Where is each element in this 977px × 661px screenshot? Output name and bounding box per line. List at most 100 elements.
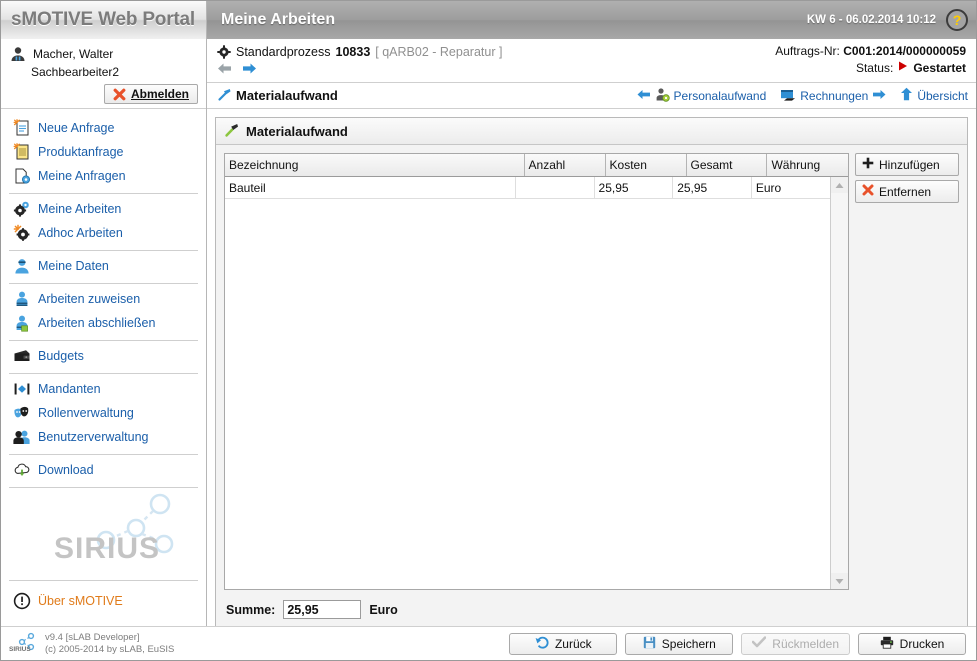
logout-button[interactable]: Abmelden [103,84,198,104]
sidebar-group-data: Meine Daten [9,251,198,284]
sidebar-nav: Neue Anfrage Produktanfrage Meine Anfrag… [1,109,206,618]
material-grid: Bezeichnung Anzahl Kosten Gesamt Währung [224,153,849,590]
nav-link-uebersicht[interactable]: Übersicht [900,87,968,104]
process-header: Standardprozess 10833 [ qARB02 - Reparat… [207,39,976,83]
remove-button[interactable]: Entfernen [855,180,959,203]
breadcrumb-bar: Materialaufwand Personalaufwand Rechnung… [207,83,976,109]
hammer-green-icon [224,122,240,141]
sidebar-item-neue-anfrage[interactable]: Neue Anfrage [9,116,198,140]
sidebar-item-produktanfrage[interactable]: Produktanfrage [9,140,198,164]
assign-work-icon [13,290,31,308]
sidebar-group-download: Download [9,455,198,488]
nav-link-personalaufwand[interactable]: Personalaufwand [637,87,767,105]
sidebar-item-label: Rollenverwaltung [38,406,134,420]
sidebar-group-admin: Mandanten Rollenverwaltung Benutzerverwa… [9,374,198,455]
sum-input[interactable] [283,600,362,619]
sidebar-item-adhoc-arbeiten[interactable]: Adhoc Arbeiten [9,221,198,245]
roles-masks-icon [13,404,31,422]
sidebar-item-benutzerverwaltung[interactable]: Benutzerverwaltung [9,425,198,449]
print-button[interactable]: Drucken [858,632,966,655]
sidebar-item-label: Budgets [38,349,84,363]
sum-row: Summe: Euro [224,590,959,621]
order-label: Auftrags-Nr: [775,44,840,58]
sirius-watermark: SIRIUS [9,488,198,581]
table-row[interactable]: Bauteil 25,95 25,95 Euro [225,177,830,199]
sidebar-item-label: Meine Daten [38,259,109,273]
sidebar-item-label: Neue Anfrage [38,121,115,135]
sidebar: Macher, Walter Sachbearbeiter2 Abmelden [1,39,207,660]
grid-area: Bezeichnung Anzahl Kosten Gesamt Währung [224,153,959,590]
save-button[interactable]: Speichern [625,632,734,655]
column-header-gesamt[interactable]: Gesamt [686,154,768,177]
arrow-right-icon[interactable] [241,62,257,78]
save-button-label: Speichern [661,636,716,651]
material-grid-body-table: Bauteil 25,95 25,95 Euro [225,177,830,199]
order-row: Auftrags-Nr: C001:2014/000000059 [775,44,966,58]
sidebar-item-mandanten[interactable]: Mandanten [9,377,198,401]
sidebar-item-rollenverwaltung[interactable]: Rollenverwaltung [9,401,198,425]
sidebar-item-meine-anfragen[interactable]: Meine Anfragen [9,164,198,188]
version-line-1: v9.4 [sLAB Developer] [45,631,140,643]
brand-title: sMOTIVE Web Portal [11,9,195,30]
personnel-icon [655,87,670,105]
wallet-icon [13,347,31,365]
title-bar-right: KW 6 - 06.02.2014 10:12 ? [807,9,968,31]
sidebar-group-about: Über sMOTIVE [9,581,198,618]
print-button-label: Drucken [899,636,945,651]
sidebar-item-label: Arbeiten zuweisen [38,292,141,306]
complete-work-icon [13,314,31,332]
sidebar-item-meine-daten[interactable]: Meine Daten [9,254,198,278]
table-header-row: Bezeichnung Anzahl Kosten Gesamt Währung [225,154,848,177]
add-button[interactable]: Hinzufügen [855,153,959,176]
sidebar-item-arbeiten-abschliessen[interactable]: Arbeiten abschließen [9,311,198,335]
column-header-anzahl[interactable]: Anzahl [524,154,606,177]
arrow-left-icon [637,89,651,103]
panel-body: Bezeichnung Anzahl Kosten Gesamt Währung [216,145,967,629]
back-button-label: Zurück [554,636,592,651]
status-badge: Gestartet [913,60,966,75]
help-icon[interactable]: ? [946,9,968,31]
order-value: C001:2014/000000059 [843,44,966,58]
printer-icon [880,636,894,652]
remove-button-label: Entfernen [879,184,932,199]
sidebar-group-budgets: Budgets [9,341,198,374]
sidebar-item-label: Meine Arbeiten [38,202,122,216]
hammer-icon [217,87,232,105]
column-header-kosten[interactable]: Kosten [605,154,687,177]
cell-bezeichnung: Bauteil [225,177,516,199]
logout-x-icon [113,88,126,101]
floppy-disk-icon [643,636,656,652]
column-header-waehrung[interactable]: Währung [766,154,848,177]
page-title: Meine Arbeiten [221,11,336,28]
plus-icon [862,157,874,172]
sidebar-item-label: Download [38,463,94,477]
arrow-left-icon[interactable] [217,62,233,78]
scroll-down-arrow-icon[interactable] [831,573,848,589]
report-button-label: Rückmelden [772,636,839,651]
info-circle-icon [13,592,31,610]
sidebar-item-meine-arbeiten[interactable]: Meine Arbeiten [9,197,198,221]
nav-link-label: Personalaufwand [673,88,767,103]
sidebar-item-label: Produktanfrage [38,145,124,159]
sidebar-group-requests: Neue Anfrage Produktanfrage Meine Anfrag… [9,113,198,194]
breadcrumb-label: Materialaufwand [236,88,338,103]
sidebar-item-download[interactable]: Download [9,458,198,482]
invoice-icon [780,87,796,104]
grid-rows-viewport: Bauteil 25,95 25,95 Euro [225,177,830,589]
sidebar-item-label: Mandanten [38,382,101,396]
nav-link-rechnungen[interactable]: Rechnungen [780,87,886,104]
back-button[interactable]: Zurück [509,632,618,655]
grid-vertical-scrollbar[interactable] [830,177,848,589]
sum-currency-label: Euro [369,602,398,617]
logout-label: Abmelden [130,87,189,101]
sidebar-item-budgets[interactable]: Budgets [9,344,198,368]
sidebar-item-ueber-smotive[interactable]: Über sMOTIVE [9,589,198,613]
svg-text:SIRIUS: SIRIUS [9,646,31,653]
column-header-bezeichnung[interactable]: Bezeichnung [225,154,525,177]
scroll-up-arrow-icon[interactable] [831,177,848,193]
scrollbar-track[interactable] [831,193,848,573]
gears-icon [13,200,31,218]
sidebar-item-arbeiten-zuweisen[interactable]: Arbeiten zuweisen [9,287,198,311]
user-data-icon [13,257,31,275]
cell-anzahl [515,177,595,199]
